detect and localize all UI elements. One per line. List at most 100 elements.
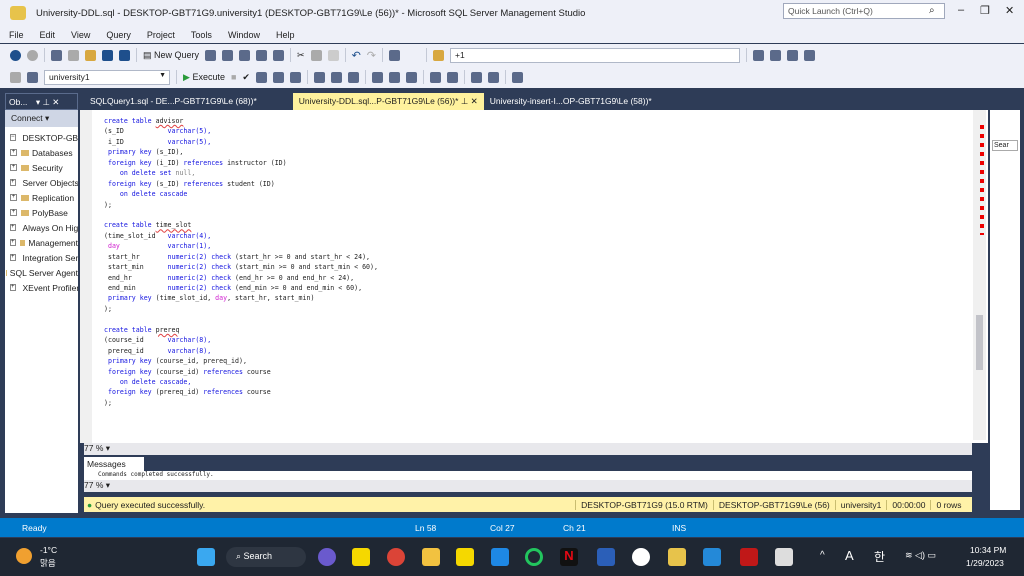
line-icon[interactable] [525, 548, 543, 566]
oe-node[interactable]: SQL Server Agent [5, 265, 78, 280]
results-to-grid-icon[interactable] [389, 72, 400, 83]
restore-button[interactable]: ❐ [980, 4, 990, 17]
include-actual-plan-icon[interactable] [314, 72, 325, 83]
oe-node[interactable]: +Management [5, 235, 78, 250]
activity-monitor-icon[interactable] [389, 50, 400, 61]
menu-help[interactable]: Help [276, 30, 295, 40]
tab-messages[interactable]: Messages [84, 457, 144, 471]
expand-icon[interactable]: + [10, 194, 17, 201]
execute-button[interactable]: ▶ Execute [183, 72, 225, 83]
menu-project[interactable]: Project [147, 30, 175, 40]
editor-zoom[interactable]: 77 % ▾ [84, 443, 972, 455]
cancel-query-icon[interactable]: ■ [231, 72, 236, 82]
live-query-stats-icon[interactable] [331, 72, 342, 83]
tab-university-ddl[interactable]: University-DDL.sql...P-GBT71G9\Le (56))*… [293, 93, 484, 110]
quick-launch-input[interactable]: Quick Launch (Ctrl+Q) [783, 3, 945, 19]
add-item-icon[interactable] [68, 50, 79, 61]
properties-icon[interactable] [770, 50, 781, 61]
word-icon[interactable] [597, 548, 615, 566]
oe-node[interactable]: +Always On High Availability [5, 220, 78, 235]
save-all-icon[interactable] [119, 50, 130, 61]
pin-icon[interactable]: ▾ ⊥ ✕ [36, 97, 60, 107]
new-query-button[interactable]: ▤ New Query [143, 50, 199, 61]
menu-file[interactable]: File [9, 30, 24, 40]
menu-edit[interactable]: Edit [40, 30, 56, 40]
clock-time[interactable]: 10:34 PM [970, 545, 1006, 555]
solution-explorer-icon[interactable] [753, 50, 764, 61]
find-icon[interactable] [433, 50, 444, 61]
oe-node[interactable]: +Server Objects [5, 175, 78, 190]
connect-icon[interactable] [10, 72, 21, 83]
intellisense-icon[interactable] [290, 72, 301, 83]
database-select[interactable]: university1▼ [44, 70, 170, 85]
results-to-text-icon[interactable] [372, 72, 383, 83]
results-to-file-icon[interactable] [406, 72, 417, 83]
back-icon[interactable] [10, 50, 21, 61]
expand-icon[interactable]: + [10, 149, 17, 156]
cut-icon[interactable]: ✂ [297, 50, 305, 61]
tab-sqlquery1[interactable]: SQLQuery1.sql - DE...P-GBT71G9\Le (68))* [84, 93, 263, 110]
forward-icon[interactable] [27, 50, 38, 61]
open-file-icon[interactable] [85, 50, 96, 61]
paste-icon[interactable] [328, 50, 339, 61]
menu-view[interactable]: View [71, 30, 90, 40]
minimize-button[interactable]: – [958, 4, 964, 16]
oe-node[interactable]: +XEvent Profiler [5, 280, 78, 295]
expand-icon[interactable]: + [10, 254, 16, 261]
start-icon[interactable] [197, 548, 215, 566]
chrome-icon[interactable] [387, 548, 405, 566]
parse-icon[interactable]: ✔ [242, 72, 250, 83]
oe-node[interactable]: +Integration Services Catalogs [5, 250, 78, 265]
specify-template-values-icon[interactable] [512, 72, 523, 83]
ime-hangul[interactable]: 한 [874, 548, 885, 565]
window-icon[interactable] [804, 50, 815, 61]
connect-button[interactable]: Connect ▾ [5, 110, 78, 127]
oe-node[interactable]: +Databases [5, 145, 78, 160]
chevron-up-icon[interactable]: ^ [820, 550, 825, 561]
menu-window[interactable]: Window [228, 30, 260, 40]
tab-university-insert[interactable]: University-insert-I...OP-GBT71G9\Le (58)… [484, 93, 658, 110]
display-estimated-plan-icon[interactable] [256, 72, 267, 83]
change-connection-icon[interactable] [27, 72, 38, 83]
menu-tools[interactable]: Tools [191, 30, 212, 40]
acrobat-icon[interactable] [740, 548, 758, 566]
server-node[interactable]: −DESKTOP-GBT71G9 [5, 130, 78, 145]
expand-icon[interactable]: + [10, 224, 16, 231]
mail-icon[interactable] [491, 548, 509, 566]
mdx-query-icon[interactable] [222, 50, 233, 61]
increase-indent-icon[interactable] [488, 72, 499, 83]
netflix-icon[interactable]: N [560, 548, 578, 566]
undo-icon[interactable]: ↶ [352, 49, 361, 62]
save-icon[interactable] [102, 50, 113, 61]
database-engine-query-icon[interactable] [205, 50, 216, 61]
sticky-notes-icon[interactable] [456, 548, 474, 566]
copy-icon[interactable] [311, 50, 322, 61]
dmx-query-icon[interactable] [239, 50, 250, 61]
toolbox-icon[interactable] [787, 50, 798, 61]
query-designer-icon[interactable] [273, 72, 284, 83]
wifi-volume-battery-icon[interactable]: ≋ ◁) ▭ [905, 550, 936, 561]
vscode-icon[interactable] [703, 548, 721, 566]
file-explorer-icon[interactable] [422, 548, 440, 566]
kakaotalk-icon[interactable] [352, 548, 370, 566]
code-content[interactable]: create table advisor(s_ID varchar(5), i_… [104, 116, 378, 408]
pane-search-input[interactable]: Sear [992, 140, 1018, 151]
ssms-taskbar-icon[interactable] [668, 548, 686, 566]
client-statistics-icon[interactable] [348, 72, 359, 83]
uncomment-icon[interactable] [447, 72, 458, 83]
expand-icon[interactable]: + [10, 209, 17, 216]
snipping-tool-icon[interactable] [775, 548, 793, 566]
close-tab-icon[interactable]: ⊥ ✕ [461, 96, 478, 106]
results-zoom[interactable]: 77 % ▾ [84, 480, 972, 492]
find-combo[interactable]: +1 [450, 48, 740, 63]
close-button[interactable]: ✕ [1005, 4, 1014, 17]
oe-node[interactable]: +PolyBase [5, 205, 78, 220]
teams-icon[interactable] [318, 548, 336, 566]
comment-icon[interactable] [430, 72, 441, 83]
menu-query[interactable]: Query [106, 30, 131, 40]
dax-query-icon[interactable] [273, 50, 284, 61]
expand-icon[interactable]: + [10, 179, 16, 186]
oe-node[interactable]: +Replication [5, 190, 78, 205]
expand-icon[interactable]: + [10, 284, 16, 291]
oe-node[interactable]: +Security [5, 160, 78, 175]
